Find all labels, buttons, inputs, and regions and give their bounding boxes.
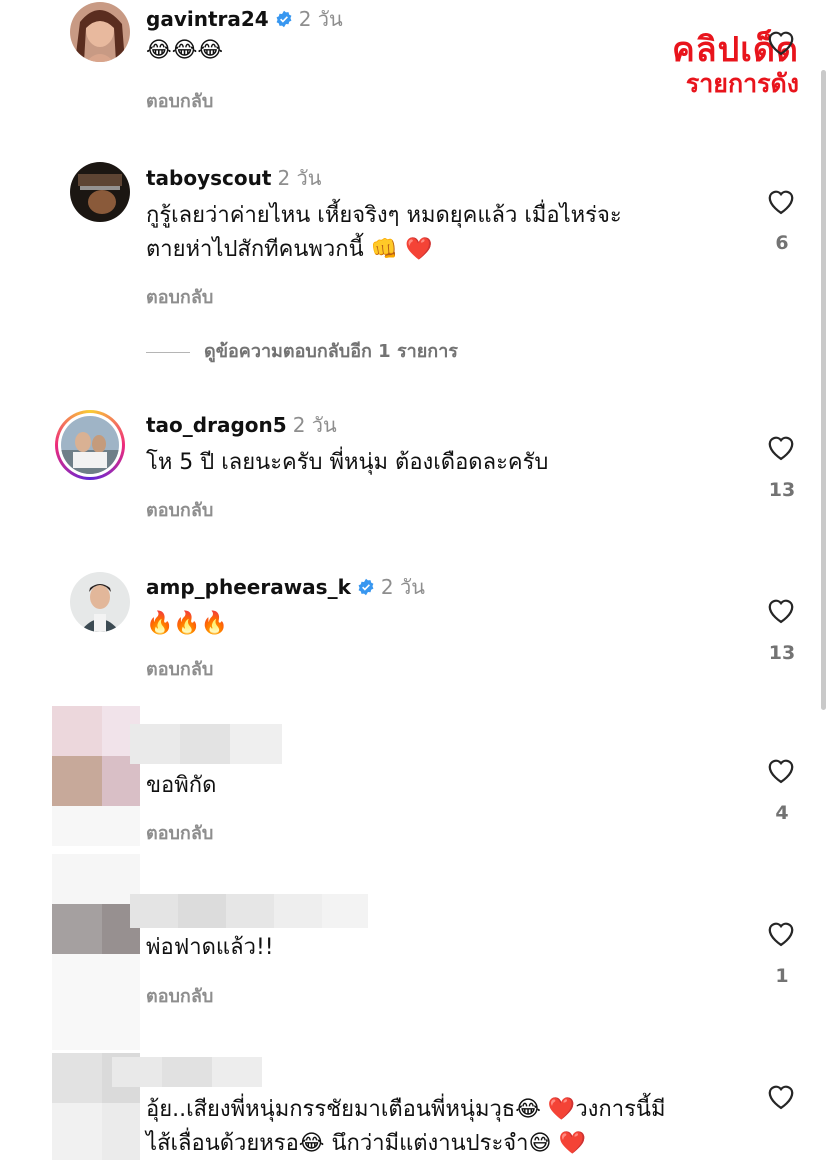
- pixelated-avatar: [52, 706, 140, 810]
- story-ring[interactable]: [55, 410, 125, 480]
- comment-text-line: อุ้ย..เสียงพี่หนุ่มกรรชัยมาเตือนพี่หนุ่ม…: [146, 1097, 666, 1122]
- comment-time: 2 วัน: [380, 575, 425, 599]
- avatar: [61, 416, 119, 474]
- heart-outline-icon[interactable]: [766, 1082, 798, 1112]
- comment-text: โห 5 ปี เลยนะครับ พี่หนุ่ม ต้องเดือดละคร…: [146, 450, 549, 475]
- comment-username[interactable]: amp_pheerawas_k: [146, 575, 351, 599]
- heart-outline-icon[interactable]: [766, 919, 798, 949]
- comment-text: อุ้ย..เสียงพี่หนุ่มกรรชัยมาเตือนพี่หนุ่ม…: [146, 1093, 746, 1160]
- heart-outline-icon[interactable]: [766, 28, 798, 58]
- comment-username[interactable]: gavintra24: [146, 7, 269, 31]
- pixelated-username: [130, 724, 282, 768]
- comment-text-line: กูรู้เลยว่าค่ายไหน เหี้ยจริงๆ หมดยุคแล้ว…: [146, 203, 622, 228]
- reply-button[interactable]: ตอบกลับ: [146, 495, 213, 524]
- reply-button[interactable]: ตอบกลับ: [146, 282, 213, 311]
- heart-outline-icon[interactable]: [766, 756, 798, 786]
- comment-time: 2 วัน: [292, 413, 337, 437]
- avatar[interactable]: [70, 572, 130, 632]
- heart-outline-icon[interactable]: [766, 187, 798, 217]
- avatar[interactable]: [70, 162, 130, 222]
- like-count: 13: [768, 479, 796, 501]
- comment-username[interactable]: tao_dragon5: [146, 413, 287, 437]
- verified-badge-icon: [357, 576, 375, 602]
- avatar[interactable]: [70, 2, 130, 62]
- scrollbar[interactable]: [821, 70, 826, 710]
- divider: [146, 351, 190, 353]
- watermark-subtitle: รายการดัง: [685, 69, 799, 98]
- like-count: 6: [775, 232, 789, 254]
- pixelated-username: [112, 1057, 262, 1091]
- heart-outline-icon[interactable]: [766, 596, 798, 626]
- comment-text-line: ไส้เลื่อนด้วยหรอ😂 นึกว่ามีแต่งานประจำ😅 ❤…: [146, 1131, 586, 1156]
- comment-text: พ่อฟาดแล้ว!!: [146, 935, 274, 960]
- reply-button[interactable]: ตอบกลับ: [146, 86, 213, 115]
- comment-text: ขอพิกัด: [146, 773, 217, 798]
- comment-text: 🔥🔥🔥: [146, 611, 229, 636]
- pixelated-area: [52, 954, 140, 1054]
- comment-time: 2 วัน: [277, 166, 322, 190]
- pixelated-username: [130, 894, 368, 932]
- heart-outline-icon[interactable]: [766, 433, 798, 463]
- comment-username[interactable]: taboyscout: [146, 166, 271, 190]
- like-count: 4: [775, 802, 789, 824]
- like-count: 1: [775, 965, 789, 987]
- reply-button[interactable]: ตอบกลับ: [146, 818, 213, 847]
- comment-text-line: ตายห่าไปสักทีคนพวกนี้ 👊 ❤️: [146, 237, 433, 262]
- comment-text: 😂😂😂: [146, 38, 224, 63]
- pixelated-area: [52, 806, 140, 850]
- reply-button[interactable]: ตอบกลับ: [146, 654, 213, 683]
- pixelated-avatar: [52, 854, 140, 958]
- comment-time: 2 วัน: [298, 7, 343, 31]
- view-more-replies-label: ดูข้อความตอบกลับอีก 1 รายการ: [204, 341, 458, 362]
- reply-button[interactable]: ตอบกลับ: [146, 981, 213, 1010]
- verified-badge-icon: [275, 8, 293, 34]
- comment-text: กูรู้เลยว่าค่ายไหน เหี้ยจริงๆ หมดยุคแล้ว…: [146, 199, 716, 267]
- like-count: 13: [768, 642, 796, 664]
- view-more-replies-button[interactable]: ดูข้อความตอบกลับอีก 1 รายการ: [146, 336, 458, 365]
